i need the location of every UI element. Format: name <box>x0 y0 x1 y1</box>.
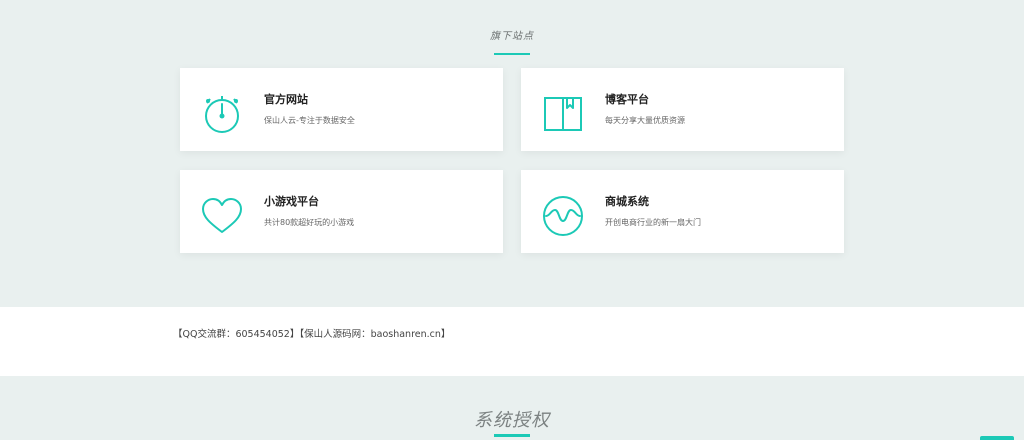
card-title: 小游戏平台 <box>264 195 319 208</box>
site-card-blog[interactable]: 博客平台 每天分享大量优质资源 <box>521 68 844 151</box>
section-title-underline <box>494 53 530 55</box>
wave-circle-icon <box>543 196 583 236</box>
site-card-games[interactable]: 小游戏平台 共计80款超好玩的小游戏 <box>180 170 503 253</box>
footer-band: 【QQ交流群：605454052】【保山人源码网：baoshanren.cn】 <box>0 307 1024 376</box>
section-title: 旗下站点 <box>490 31 534 42</box>
next-section-title: 系统授权 <box>474 410 550 431</box>
stopwatch-icon <box>205 96 239 133</box>
next-section-underline <box>494 434 530 437</box>
site-card-shop[interactable]: 商城系统 开创电商行业的新一扇大门 <box>521 170 844 253</box>
sites-section: 旗下站点 官方网站 保山人云-专注于数据安全 博客平台 每天分享大量优质资源 小… <box>0 0 1024 307</box>
card-title: 商城系统 <box>605 195 649 208</box>
book-icon <box>544 97 582 131</box>
heart-icon <box>202 198 242 233</box>
card-description: 共计80款超好玩的小游戏 <box>264 218 355 227</box>
footer-contact-text: 【QQ交流群：605454052】【保山人源码网：baoshanren.cn】 <box>173 329 451 340</box>
card-description: 保山人云-专注于数据安全 <box>264 116 355 125</box>
card-description: 每天分享大量优质资源 <box>605 116 685 125</box>
back-to-top-button[interactable] <box>980 436 1014 440</box>
card-title: 博客平台 <box>605 93 649 106</box>
card-description: 开创电商行业的新一扇大门 <box>605 218 701 227</box>
site-card-official[interactable]: 官方网站 保山人云-专注于数据安全 <box>180 68 503 151</box>
card-title: 官方网站 <box>264 93 308 106</box>
